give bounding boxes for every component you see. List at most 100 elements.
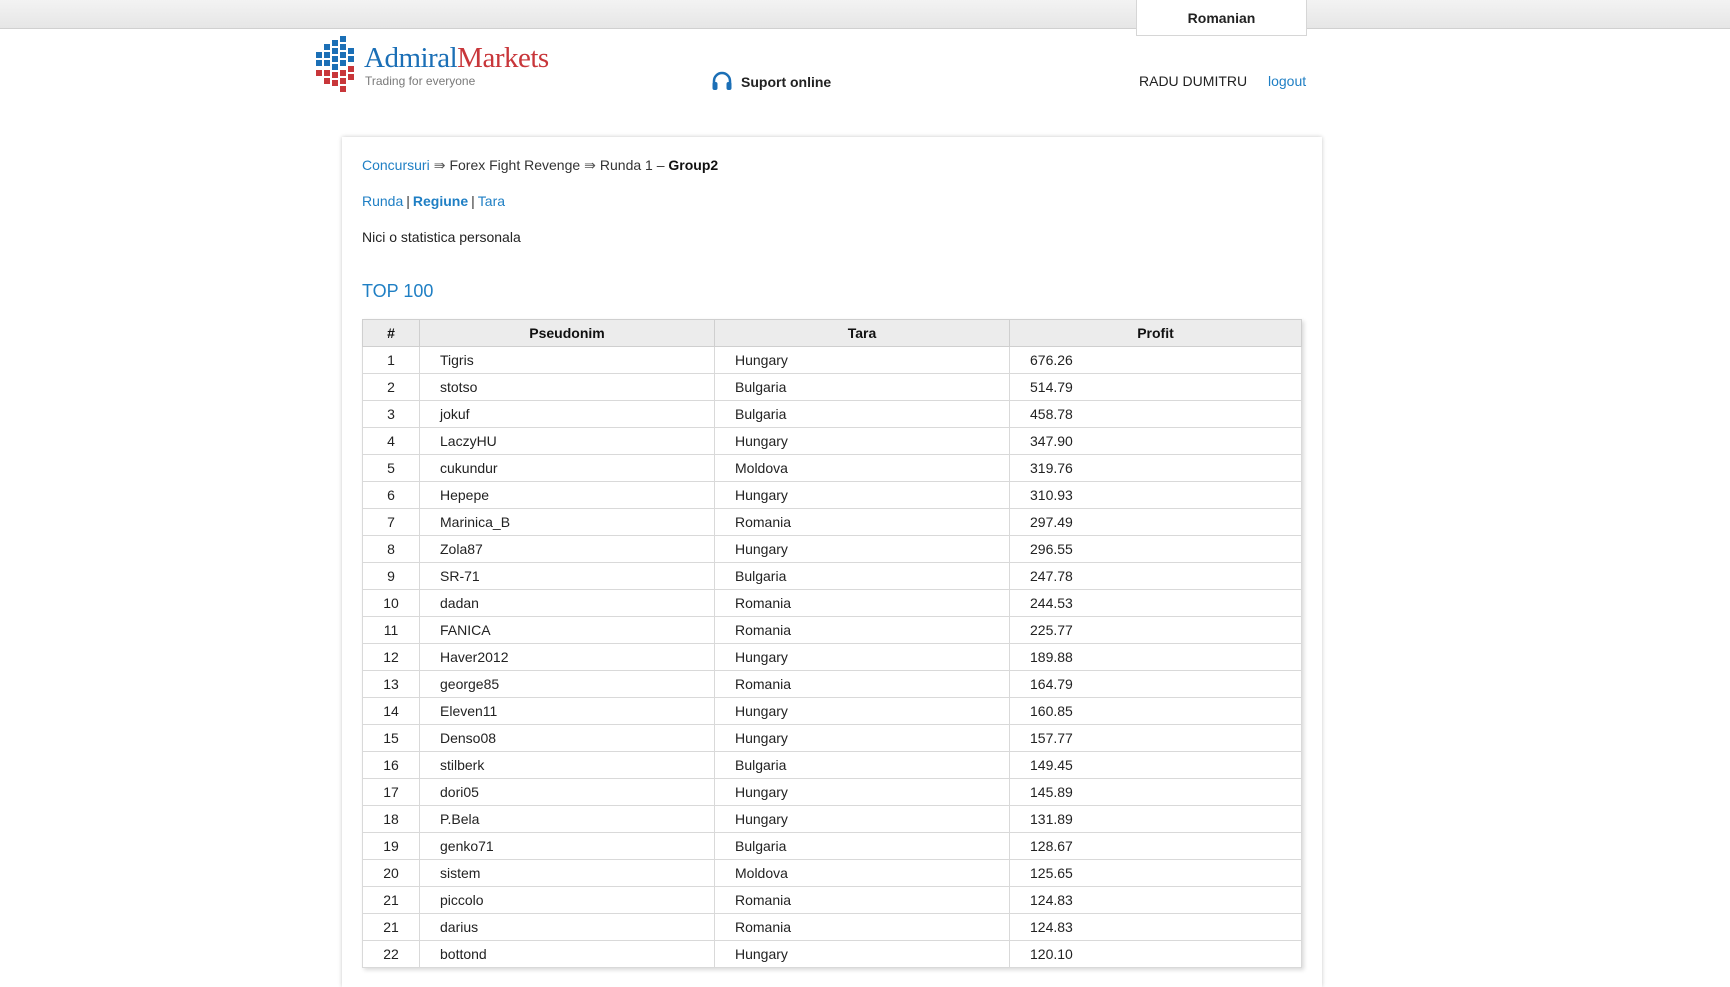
rank-cell: 18 bbox=[362, 805, 420, 833]
country-cell: Romania bbox=[714, 670, 1010, 698]
pseudonim-cell: LaczyHU bbox=[419, 427, 715, 455]
pseudonim-cell: Marinica_B bbox=[419, 508, 715, 536]
table-row: 9 SR-71 Bulgaria 247.78 bbox=[362, 562, 1302, 590]
breadcrumb-group: Group2 bbox=[668, 157, 719, 173]
table-row: 13 george85 Romania 164.79 bbox=[362, 670, 1302, 698]
pseudonim-cell: darius bbox=[419, 913, 715, 941]
rank-cell: 1 bbox=[362, 346, 420, 374]
country-cell: Romania bbox=[714, 886, 1010, 914]
country-cell: Bulgaria bbox=[714, 400, 1010, 428]
country-cell: Hungary bbox=[714, 724, 1010, 752]
pseudonim-cell: piccolo bbox=[419, 886, 715, 914]
rank-cell: 7 bbox=[362, 508, 420, 536]
country-cell: Moldova bbox=[714, 859, 1010, 887]
profit-cell: 128.67 bbox=[1009, 832, 1302, 860]
country-cell: Hungary bbox=[714, 940, 1010, 968]
top-bar bbox=[0, 0, 1730, 29]
breadcrumb-arrow-icon: ⇛ bbox=[584, 157, 596, 173]
profit-cell: 131.89 bbox=[1009, 805, 1302, 833]
ranking-table: # Pseudonim Tara Profit 1 Tigris Hungary 67… bbox=[362, 319, 1302, 968]
table-row: 20 sistem Moldova 125.65 bbox=[362, 859, 1302, 887]
rank-cell: 10 bbox=[362, 589, 420, 617]
top-100-heading: TOP 100 bbox=[362, 281, 434, 301]
profit-cell: 247.78 bbox=[1009, 562, 1302, 590]
pseudonim-cell: P.Bela bbox=[419, 805, 715, 833]
pseudonim-cell: bottond bbox=[419, 940, 715, 968]
profit-cell: 157.77 bbox=[1009, 724, 1302, 752]
pseudonim-cell: Eleven11 bbox=[419, 697, 715, 725]
table-row: 22 bottond Hungary 120.10 bbox=[362, 940, 1302, 968]
col-header-pseudonim[interactable]: Pseudonim bbox=[419, 319, 715, 347]
country-cell: Bulgaria bbox=[714, 562, 1010, 590]
country-cell: Romania bbox=[714, 508, 1010, 536]
table-row: 1 Tigris Hungary 676.26 bbox=[362, 346, 1302, 374]
profit-cell: 297.49 bbox=[1009, 508, 1302, 536]
profit-cell: 310.93 bbox=[1009, 481, 1302, 509]
filter-runda[interactable]: Runda bbox=[362, 193, 403, 209]
profit-cell: 319.76 bbox=[1009, 454, 1302, 482]
pseudonim-cell: Hepepe bbox=[419, 481, 715, 509]
country-cell: Hungary bbox=[714, 778, 1010, 806]
table-row: 11 FANICA Romania 225.77 bbox=[362, 616, 1302, 644]
pseudonim-cell: stilberk bbox=[419, 751, 715, 779]
country-cell: Hungary bbox=[714, 427, 1010, 455]
country-cell: Hungary bbox=[714, 535, 1010, 563]
rank-cell: 2 bbox=[362, 373, 420, 401]
admiral-markets-logo[interactable]: AdmiralMarkets Trading for everyone bbox=[316, 36, 566, 98]
profit-cell: 124.83 bbox=[1009, 913, 1302, 941]
support-online-link[interactable]: Suport online bbox=[711, 70, 831, 94]
profit-cell: 514.79 bbox=[1009, 373, 1302, 401]
table-row: 14 Eleven11 Hungary 160.85 bbox=[362, 697, 1302, 725]
pseudonim-cell: SR-71 bbox=[419, 562, 715, 590]
table-row: 19 genko71 Bulgaria 128.67 bbox=[362, 832, 1302, 860]
pseudonim-cell: dadan bbox=[419, 589, 715, 617]
pseudonim-cell: stotso bbox=[419, 373, 715, 401]
pseudonim-cell: cukundur bbox=[419, 454, 715, 482]
rank-cell: 21 bbox=[362, 913, 420, 941]
rank-cell: 3 bbox=[362, 400, 420, 428]
pseudonim-cell: Tigris bbox=[419, 346, 715, 374]
rank-cell: 9 bbox=[362, 562, 420, 590]
profit-cell: 676.26 bbox=[1009, 346, 1302, 374]
filter-regiune[interactable]: Regiune bbox=[413, 193, 468, 209]
table-row: 18 P.Bela Hungary 131.89 bbox=[362, 805, 1302, 833]
table-row: 12 Haver2012 Hungary 189.88 bbox=[362, 643, 1302, 671]
profit-cell: 458.78 bbox=[1009, 400, 1302, 428]
rank-cell: 21 bbox=[362, 886, 420, 914]
profit-cell: 145.89 bbox=[1009, 778, 1302, 806]
ranking-filter-nav: Runda | Regiune | Tara bbox=[362, 193, 506, 209]
language-selector[interactable]: Romanian bbox=[1136, 0, 1307, 36]
col-header-tara[interactable]: Tara bbox=[714, 319, 1010, 347]
profit-cell: 149.45 bbox=[1009, 751, 1302, 779]
pseudonim-cell: Denso08 bbox=[419, 724, 715, 752]
rank-cell: 12 bbox=[362, 643, 420, 671]
rank-cell: 15 bbox=[362, 724, 420, 752]
table-row: 21 piccolo Romania 124.83 bbox=[362, 886, 1302, 914]
pseudonim-cell: Haver2012 bbox=[419, 643, 715, 671]
profit-cell: 296.55 bbox=[1009, 535, 1302, 563]
filter-tara[interactable]: Tara bbox=[478, 193, 505, 209]
rank-cell: 20 bbox=[362, 859, 420, 887]
col-header-profit[interactable]: Profit bbox=[1009, 319, 1302, 347]
table-header-row: # Pseudonim Tara Profit bbox=[362, 319, 1302, 347]
profit-cell: 164.79 bbox=[1009, 670, 1302, 698]
country-cell: Bulgaria bbox=[714, 832, 1010, 860]
pseudonim-cell: dori05 bbox=[419, 778, 715, 806]
country-cell: Bulgaria bbox=[714, 751, 1010, 779]
rank-cell: 4 bbox=[362, 427, 420, 455]
rank-cell: 8 bbox=[362, 535, 420, 563]
user-name: RADU DUMITRU bbox=[1139, 73, 1248, 89]
rank-cell: 16 bbox=[362, 751, 420, 779]
pseudonim-cell: george85 bbox=[419, 670, 715, 698]
rank-cell: 22 bbox=[362, 940, 420, 968]
country-cell: Moldova bbox=[714, 454, 1010, 482]
table-row: 4 LaczyHU Hungary 347.90 bbox=[362, 427, 1302, 455]
table-row: 6 Hepepe Hungary 310.93 bbox=[362, 481, 1302, 509]
logo-wordmark: AdmiralMarkets bbox=[364, 42, 549, 74]
breadcrumb-concursuri[interactable]: Concursuri bbox=[362, 157, 430, 173]
col-header-rank[interactable]: # bbox=[362, 319, 420, 347]
logout-link[interactable]: logout bbox=[1268, 73, 1306, 89]
table-row: 5 cukundur Moldova 319.76 bbox=[362, 454, 1302, 482]
rank-cell: 6 bbox=[362, 481, 420, 509]
table-row: 2 stotso Bulgaria 514.79 bbox=[362, 373, 1302, 401]
